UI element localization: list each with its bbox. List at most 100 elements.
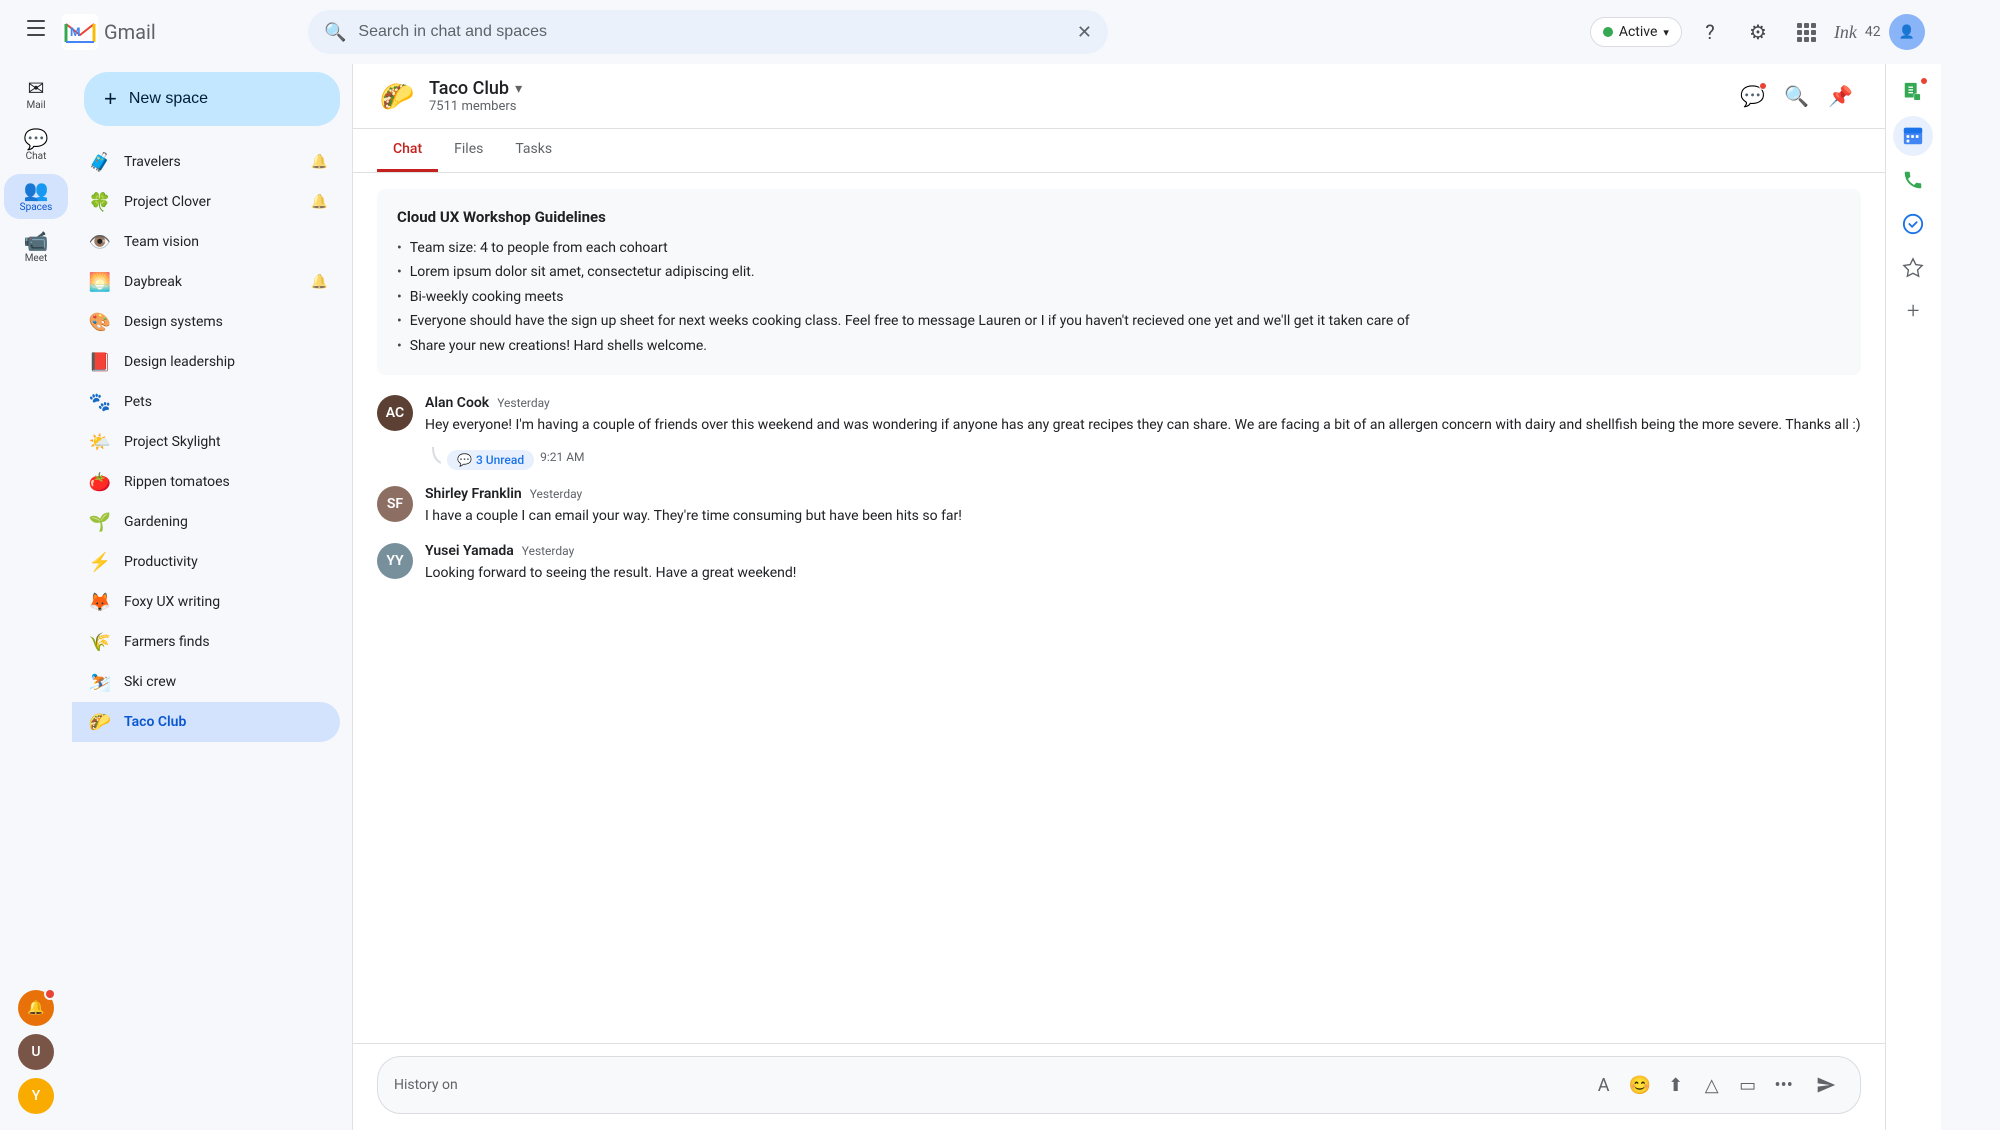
tab-tasks[interactable]: Tasks [499,129,568,172]
send-icon [1816,1075,1836,1095]
tab-chat[interactable]: Chat [377,129,438,172]
mail-label: Mail [26,100,45,111]
sidebar-item-rippen-tomatoes[interactable]: 🍅 Rippen tomatoes [72,462,340,502]
right-panel: + [1885,64,1941,1130]
alan-cook-header: Alan Cook Yesterday [425,395,1861,411]
thread-line-wrap [425,447,441,467]
search-icon: 🔍 [324,22,346,43]
settings-button[interactable]: ⚙ [1738,12,1778,52]
sidebar-item-pets[interactable]: 🐾 Pets [72,382,340,422]
status-label: Active [1619,24,1658,40]
space-name-text: Taco Club [429,78,509,99]
project-skylight-label: Project Skylight [124,434,328,450]
sidebar-item-productivity[interactable]: ⚡ Productivity [72,542,340,582]
more-options-button[interactable]: ••• [1768,1069,1800,1101]
new-space-label: New space [129,90,208,108]
gmail-text: Gmail [104,20,156,44]
upload-button[interactable]: ⬆ [1660,1069,1692,1101]
emoji-button[interactable]: 😊 [1624,1069,1656,1101]
notification-badge [44,988,56,1000]
sidebar-item-spaces[interactable]: 👥 Spaces [4,174,68,219]
user-avatar-1[interactable]: U [18,1034,54,1070]
sidebar-item-ski-crew[interactable]: ⛷️ Ski crew [72,662,340,702]
alan-cook-content: Alan Cook Yesterday Hey everyone! I'm ha… [425,395,1861,470]
ski-crew-emoji: ⛷️ [88,670,112,694]
sidebar-item-project-skylight[interactable]: 🌤️ Project Skylight [72,422,340,462]
video-button[interactable]: ▭ [1732,1069,1764,1101]
sidebar-item-farmers-finds[interactable]: 🌾 Farmers finds [72,622,340,662]
search-clear-icon[interactable]: ✕ [1077,22,1092,43]
guideline-text-2: Lorem ipsum dolor sit amet, consectetur … [410,261,755,283]
sidebar-item-foxy-ux-writing[interactable]: 🦊 Foxy UX writing [72,582,340,622]
messages-list: Cloud UX Workshop Guidelines • Team size… [353,173,1885,1043]
sidebar-item-taco-club[interactable]: 🌮 Taco Club [72,702,340,742]
message-input-area: History on A 😊 ⬆ △ ▭ ••• [353,1043,1885,1130]
guideline-item-4: • Everyone should have the sign up sheet… [397,310,1841,332]
taco-club-label: Taco Club [124,714,328,730]
rippen-tomatoes-emoji: 🍅 [88,470,112,494]
ink-label: Ink [1834,22,1857,43]
guideline-item-5: • Share your new creations! Hard shells … [397,335,1841,357]
calendar-app-icon[interactable] [1893,116,1933,156]
sidebar-item-design-systems[interactable]: 🎨 Design systems [72,302,340,342]
guideline-text-1: Team size: 4 to people from each cohoart [410,237,668,259]
sidebar-item-daybreak[interactable]: 🌅 Daybreak 🔔 [72,262,340,302]
phone-svg-icon [1902,169,1924,191]
unread-badge[interactable]: 💬 3 Unread [447,450,534,470]
thread-icon-button[interactable]: 💬 [1733,76,1773,116]
shirley-franklin-avatar: SF [377,486,413,522]
pin-button[interactable]: 📌 [1821,76,1861,116]
guideline-text-4: Everyone should have the sign up sheet f… [410,310,1410,332]
format-text-button[interactable]: A [1588,1069,1620,1101]
user-avatar-2[interactable]: Y [18,1078,54,1114]
guideline-text-5: Share your new creations! Hard shells we… [410,335,707,357]
guidelines-card: Cloud UX Workshop Guidelines • Team size… [377,189,1861,375]
shirley-franklin-time: Yesterday [530,487,583,501]
star-app-icon[interactable] [1893,248,1933,288]
drive-button[interactable]: △ [1696,1069,1728,1101]
search-chat-button[interactable]: 🔍 [1777,76,1817,116]
sidebar-item-meet[interactable]: 📹 Meet [4,225,68,270]
search-bar: 🔍 ✕ [308,10,1108,54]
sidebar-item-gardening[interactable]: 🌱 Gardening [72,502,340,542]
yusei-yamada-avatar: YY [377,543,413,579]
shirley-franklin-text: I have a couple I can email your way. Th… [425,506,1861,527]
input-placeholder-text[interactable]: History on [394,1077,1580,1093]
space-name-chevron-icon: ▾ [515,81,522,97]
space-name[interactable]: Taco Club ▾ [429,78,1721,99]
status-button[interactable]: Active ▾ [1590,17,1682,47]
thread-badge [1759,82,1767,90]
sidebar-item-project-clover[interactable]: 🍀 Project Clover 🔔 [72,182,340,222]
foxy-ux-writing-label: Foxy UX writing [124,594,328,610]
tasks-app-icon[interactable] [1893,204,1933,244]
notification-avatar[interactable]: 🔔 [18,990,54,1026]
topbar-right: Active ▾ ? ⚙ [1590,12,1925,52]
user-avatar[interactable]: 👤 [1889,14,1925,50]
search-input[interactable] [358,23,1064,41]
new-space-button[interactable]: + New space [84,72,340,126]
sidebar-item-team-vision[interactable]: 👁️ Team vision [72,222,340,262]
mail-icon: ✉ [28,78,45,98]
sidebar-item-design-leadership[interactable]: 📕 Design leadership [72,342,340,382]
header-actions: 💬 🔍 📌 [1733,76,1861,116]
apps-button[interactable] [1786,12,1826,52]
hamburger-menu[interactable] [16,8,56,48]
daybreak-emoji: 🌅 [88,270,112,294]
tab-files[interactable]: Files [438,129,499,172]
meet-label: Meet [25,253,48,264]
send-button[interactable] [1808,1067,1844,1103]
unread-badge-text: 3 Unread [476,453,524,467]
chat-area: 🌮 Taco Club ▾ 7511 members 💬 🔍 [352,64,1885,1130]
sidebar-item-mail[interactable]: ✉ Mail [4,72,68,117]
sidebar-item-chat[interactable]: 💬 Chat [4,123,68,168]
add-icon: + [1907,301,1919,323]
add-app-icon[interactable]: + [1893,292,1933,332]
gmail-logo: M [62,14,98,50]
sidebar-item-travelers[interactable]: 🧳 Travelers 🔔 [72,142,340,182]
pets-label: Pets [124,394,328,410]
project-clover-label: Project Clover [124,194,299,210]
pets-emoji: 🐾 [88,390,112,414]
help-button[interactable]: ? [1690,12,1730,52]
sheets-app-icon[interactable] [1893,72,1933,112]
phone-app-icon[interactable] [1893,160,1933,200]
